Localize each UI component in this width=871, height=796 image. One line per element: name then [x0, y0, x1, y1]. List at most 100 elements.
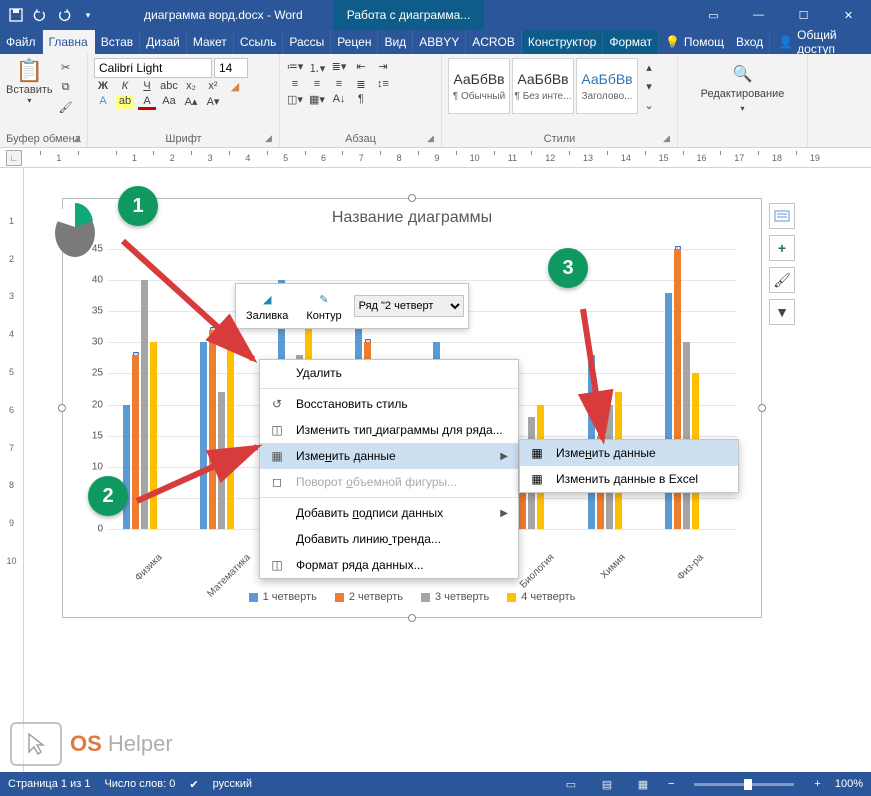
styles-more[interactable]: ⌄	[640, 96, 658, 114]
shrink-font-button[interactable]: A▾	[204, 95, 222, 110]
spellcheck-icon[interactable]: ✔	[189, 778, 198, 791]
tab-layout[interactable]: Макет	[187, 30, 234, 54]
ctx-item-0[interactable]: Удалить	[260, 360, 518, 386]
subscript-button[interactable]: x₂	[182, 80, 200, 93]
tab-mailings[interactable]: Рассы	[283, 30, 331, 54]
tab-home[interactable]: Главна	[43, 30, 95, 54]
tab-insert[interactable]: Встав	[95, 30, 140, 54]
tab-chart-format[interactable]: Формат	[603, 30, 659, 54]
show-marks-icon[interactable]: ¶	[352, 93, 370, 106]
print-layout-icon[interactable]: ▤	[596, 775, 618, 793]
ctx-item-6[interactable]: Добавить линию тренда...	[260, 526, 518, 552]
tab-view[interactable]: Вид	[378, 30, 413, 54]
font-color-icon[interactable]: A	[138, 95, 156, 110]
style-heading1[interactable]: АаБбВвЗаголово...	[576, 58, 638, 114]
tab-chart-design[interactable]: Конструктор	[522, 30, 603, 54]
web-layout-icon[interactable]: ▦	[632, 775, 654, 793]
font-size-input[interactable]	[214, 58, 248, 78]
qat-more-icon[interactable]: ▾	[80, 7, 96, 23]
underline-button[interactable]: Ч	[138, 80, 156, 93]
resize-handle-s[interactable]	[408, 614, 416, 622]
superscript-button[interactable]: x²	[204, 80, 222, 93]
legend-item[interactable]: 1 четверть	[249, 591, 317, 603]
chart-title[interactable]: Название диаграммы	[63, 199, 761, 233]
undo-icon[interactable]	[32, 7, 48, 23]
styles-gallery[interactable]: АаБбВв¶ Обычный АаБбВв¶ Без инте... АаБб…	[448, 58, 671, 114]
zoom-in-button[interactable]: +	[814, 778, 820, 790]
outline-button[interactable]: ✎Контур	[300, 288, 347, 324]
ctx-item-1[interactable]: ↺Восстановить стиль	[260, 391, 518, 417]
ctx-item-3[interactable]: ▦Изменить данные▶	[260, 443, 518, 469]
multilevel-icon[interactable]: ≣▾	[330, 60, 348, 76]
tab-acrobat[interactable]: ACROB	[466, 30, 522, 54]
chart-object[interactable]: Название диаграммы 051015202530354045Физ…	[62, 198, 762, 618]
series-selector[interactable]: Ряд "2 четверт	[354, 295, 464, 317]
clipboard-launcher[interactable]: ◢	[73, 133, 85, 145]
paragraph-launcher[interactable]: ◢	[427, 133, 439, 145]
ribbon-options-icon[interactable]: ▭	[691, 0, 736, 30]
chart-elements-button[interactable]: +	[769, 235, 795, 261]
minimize-icon[interactable]: —	[736, 0, 781, 30]
editing-label[interactable]: Редактирование	[701, 88, 785, 100]
align-center-icon[interactable]: ≡	[308, 78, 326, 91]
line-spacing-icon[interactable]: ↕≡	[374, 78, 392, 91]
chart-legend[interactable]: 1 четверть 2 четверть 3 четверть 4 четверть	[63, 591, 761, 603]
ctx-item-5[interactable]: Добавить подписи данных▶	[260, 500, 518, 526]
paste-button-label[interactable]: Вставить	[6, 84, 53, 96]
redo-icon[interactable]	[56, 7, 72, 23]
tab-file[interactable]: Файл	[0, 30, 43, 54]
horizontal-ruler[interactable]: ∟ 112345678910111213141516171819	[0, 148, 871, 168]
styles-scroll-up[interactable]: ▴	[640, 58, 658, 76]
sign-in-link[interactable]: Вход	[730, 30, 770, 54]
tab-references[interactable]: Ссыль	[234, 30, 284, 54]
align-left-icon[interactable]: ≡	[286, 78, 304, 91]
zoom-out-button[interactable]: −	[668, 778, 674, 790]
paste-icon[interactable]: 📋	[16, 58, 43, 84]
bold-button[interactable]: Ж	[94, 80, 112, 93]
align-right-icon[interactable]: ≡	[330, 78, 348, 91]
decrease-indent-icon[interactable]: ⇤	[352, 60, 370, 76]
text-effects-icon[interactable]: A	[94, 95, 112, 110]
tab-review[interactable]: Рецен	[331, 30, 378, 54]
clear-format-icon[interactable]: ◢	[226, 80, 244, 93]
styles-launcher[interactable]: ◢	[663, 133, 675, 145]
style-no-spacing[interactable]: АаБбВв¶ Без инте...	[512, 58, 574, 114]
save-icon[interactable]	[8, 7, 24, 23]
shading-icon[interactable]: ◫▾	[286, 93, 304, 106]
tab-design[interactable]: Дизай	[140, 30, 187, 54]
zoom-slider[interactable]	[694, 783, 794, 786]
legend-item[interactable]: 3 четверть	[421, 591, 489, 603]
strike-button[interactable]: abc	[160, 80, 178, 93]
copy-icon[interactable]: ⧉	[57, 78, 75, 96]
status-language[interactable]: русский	[213, 778, 252, 790]
style-normal[interactable]: АаБбВв¶ Обычный	[448, 58, 510, 114]
ctx-sub-item-1[interactable]: ▦Изменить данные в Excel	[520, 466, 738, 492]
layout-options-button[interactable]	[769, 203, 795, 229]
tab-abbyy[interactable]: ABBYY	[413, 30, 466, 54]
resize-handle-e[interactable]	[758, 404, 766, 412]
change-case-button[interactable]: Aa	[160, 95, 178, 110]
increase-indent-icon[interactable]: ⇥	[374, 60, 392, 76]
chart-styles-button[interactable]: 🖌	[769, 267, 795, 293]
bullets-icon[interactable]: ≔▾	[286, 60, 304, 76]
tell-me-box[interactable]: 💡Помощ	[659, 30, 730, 54]
legend-item[interactable]: 2 четверть	[335, 591, 403, 603]
legend-item[interactable]: 4 четверть	[507, 591, 575, 603]
font-name-input[interactable]	[94, 58, 212, 78]
zoom-level[interactable]: 100%	[835, 778, 863, 790]
tab-selector[interactable]: ∟	[6, 150, 22, 166]
ctx-sub-item-0[interactable]: ▦Изменить данные	[520, 440, 738, 466]
highlight-icon[interactable]: ab	[116, 95, 134, 110]
numbering-icon[interactable]: ⒈▾	[308, 60, 326, 76]
resize-handle-n[interactable]	[408, 194, 416, 202]
resize-handle-w[interactable]	[58, 404, 66, 412]
maximize-icon[interactable]: ☐	[781, 0, 826, 30]
styles-scroll-down[interactable]: ▾	[640, 77, 658, 95]
sort-icon[interactable]: A↓	[330, 93, 348, 106]
justify-icon[interactable]: ≣	[352, 78, 370, 91]
status-word-count[interactable]: Число слов: 0	[104, 778, 175, 790]
fill-button[interactable]: ◢Заливка	[240, 288, 294, 324]
find-icon[interactable]: 🔍	[733, 64, 753, 84]
share-button[interactable]: 👤Общий доступ	[770, 30, 871, 54]
chart-filters-button[interactable]: ▼	[769, 299, 795, 325]
